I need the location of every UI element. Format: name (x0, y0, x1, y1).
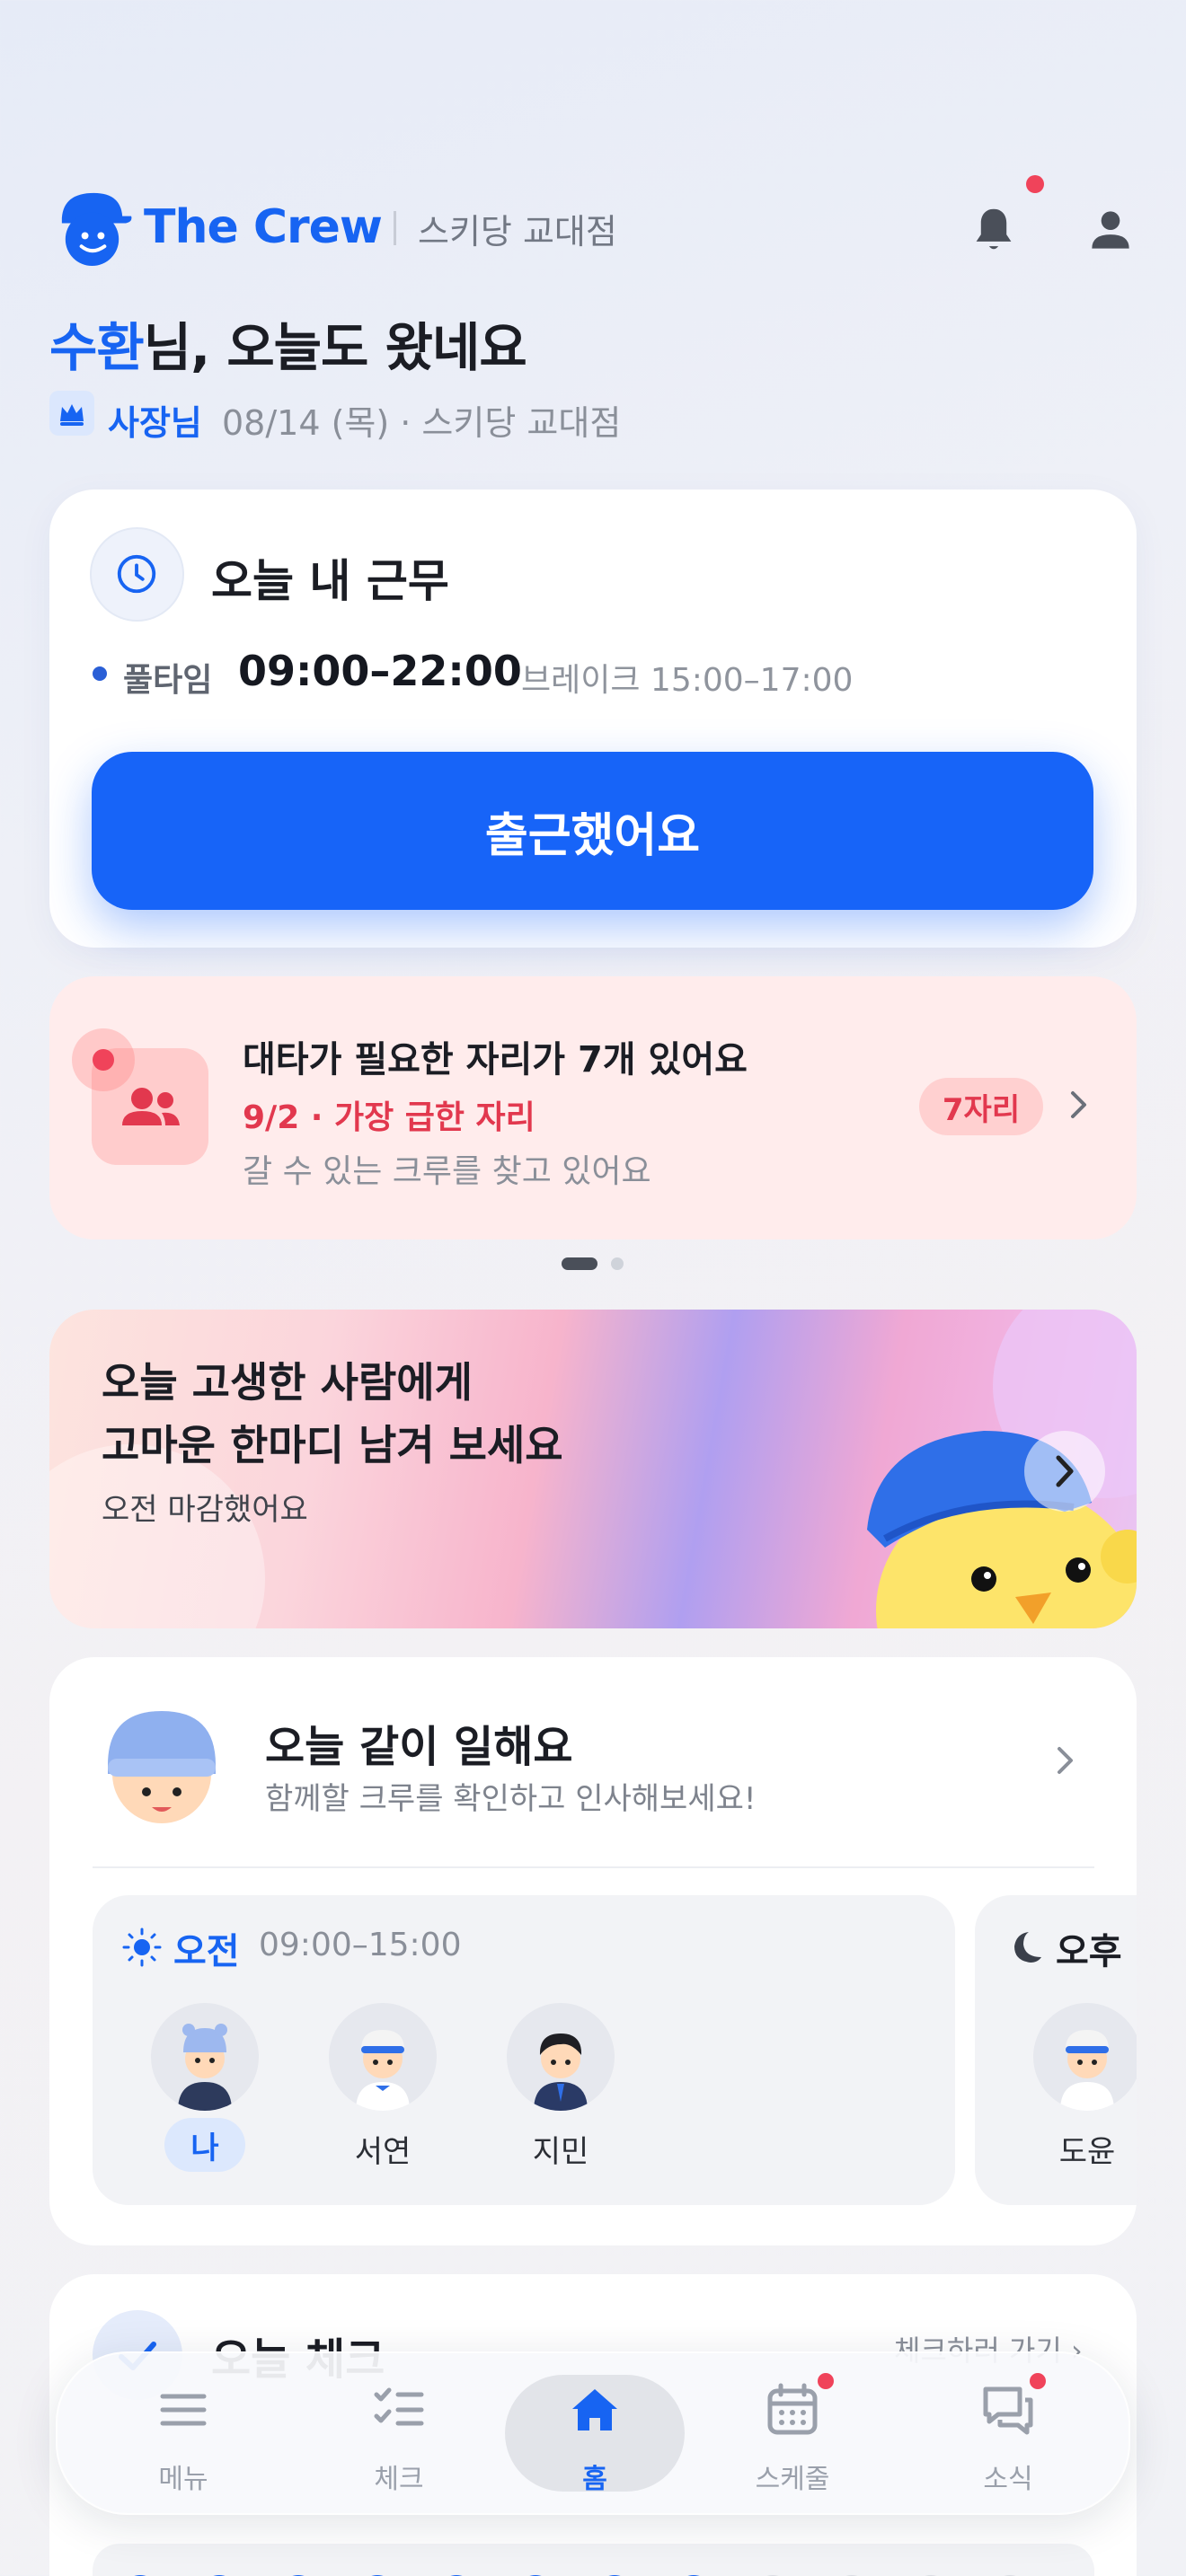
crew-card-title: 오늘 같이 일해요 (265, 1722, 573, 1772)
notification-dot (1030, 2373, 1046, 2389)
role-label: 사장님 (108, 403, 202, 443)
member-name-me: 나 (164, 2118, 245, 2172)
avatar (1033, 2003, 1137, 2111)
member-name: 서연 (354, 2134, 412, 2170)
shift-time: 09:00–15:00 (259, 1927, 462, 1963)
crew-member[interactable]: 서연 (324, 2003, 441, 2183)
seat-count-badge: 7자리 (919, 1078, 1043, 1135)
afternoon-shift-box: 오후 도윤 (975, 1895, 1137, 2205)
crew-member[interactable]: 도윤 (1029, 2003, 1137, 2183)
brand-divider (394, 211, 396, 245)
checklist-icon (374, 2387, 424, 2426)
notification-dot (1026, 175, 1044, 193)
chevron-right-icon[interactable] (1056, 1082, 1101, 1127)
check-in-button[interactable]: 출근했어요 (92, 752, 1093, 910)
banner-subtitle: 오전 마감했어요 (102, 1492, 308, 1528)
nav-label: 홈 (582, 2464, 607, 2495)
banner-next-button[interactable] (1024, 1431, 1105, 1512)
home-icon (572, 2389, 617, 2430)
substitute-urgent: 9/2 · 가장 급한 자리 (243, 1099, 535, 1136)
substitute-card[interactable]: 대타가 필요한 자리가 7개 있어요 9/2 · 가장 급한 자리 갈 수 있는… (49, 976, 1137, 1239)
nav-item-menu[interactable]: 메뉴 (93, 2353, 273, 2517)
store-name[interactable]: 스키당 교대점 (418, 204, 617, 253)
shift-type: 풀타임 (123, 662, 213, 699)
shift-label: 오전 (173, 1931, 240, 1972)
banner-title-line2: 고마운 한마디 남겨 보세요 (102, 1421, 563, 1469)
chevron-right-icon[interactable] (1042, 1738, 1087, 1783)
today-work-card: 오늘 내 근무 풀타임 09:00–22:00 브레이크 15:00–17:00… (49, 490, 1137, 948)
shift-label: 오후 (1056, 1931, 1122, 1972)
member-name: 도윤 (1058, 2134, 1116, 2170)
shift-type-dot (93, 666, 107, 681)
app-header: The Crew 스키당 교대점 (49, 175, 1138, 274)
nav-item-schedule[interactable]: 스케줄 (703, 2353, 882, 2517)
date-store-label: 08/14 (목) · 스키당 교대점 (222, 403, 622, 443)
role-row: 사장님 08/14 (목) · 스키당 교대점 (49, 391, 858, 443)
nav-item-news[interactable]: 소식 (918, 2353, 1098, 2517)
check-progress (93, 2544, 1094, 2576)
notification-dot (818, 2373, 834, 2389)
chevron-right-icon (1056, 1455, 1074, 1487)
work-time: 09:00–22:00 (238, 647, 522, 695)
bottom-nav: 메뉴 체크 홈 스케줄 소식 (56, 2351, 1130, 2515)
morning-shift-box: 오전 09:00–15:00 나 서연 지민 (93, 1895, 955, 2205)
crew-member[interactable]: 지민 (502, 2003, 619, 2183)
sun-icon (122, 1928, 162, 1967)
substitute-title: 대타가 필요한 자리가 7개 있어요 (243, 1039, 748, 1081)
menu-icon (160, 2394, 207, 2426)
nav-label: 체크 (374, 2464, 424, 2495)
crew-today-card: 오늘 같이 일해요 함께할 크루를 확인하고 인사해보세요! 오전 09:00–… (49, 1657, 1137, 2245)
substitute-desc: 갈 수 있는 크루를 찾고 있어요 (243, 1153, 651, 1190)
nav-item-home[interactable]: 홈 (505, 2353, 685, 2517)
pager-dot[interactable] (611, 1257, 624, 1270)
avatar (507, 2003, 615, 2111)
crew-member[interactable]: 나 (146, 2003, 263, 2183)
brand-name: The Crew (144, 200, 383, 254)
banner-title-line1: 오늘 고생한 사람에게 (102, 1358, 473, 1407)
thanks-banner[interactable]: 오늘 고생한 사람에게 고마운 한마디 남겨 보세요 오전 마감했어요 (49, 1310, 1137, 1628)
avatar (151, 2003, 259, 2111)
crown-icon (49, 391, 94, 436)
calendar-icon (767, 2383, 818, 2435)
greeting-text: 님, 오늘도 왔네요 (143, 317, 527, 378)
crew-avatar-icon (108, 1711, 216, 1823)
avatar (329, 2003, 437, 2111)
nav-label: 메뉴 (158, 2464, 208, 2495)
divider (93, 1866, 1094, 1868)
moon-icon (1014, 1932, 1041, 1963)
logo-icon (61, 192, 132, 267)
member-name: 지민 (532, 2134, 589, 2170)
user-name: 수환 (49, 317, 145, 378)
clock-icon (90, 527, 184, 622)
break-time: 브레이크 15:00–17:00 (521, 662, 854, 699)
nav-label: 소식 (983, 2464, 1033, 2495)
work-card-title: 오늘 내 근무 (211, 555, 449, 607)
pager-dot-active[interactable] (562, 1257, 597, 1270)
crew-card-desc: 함께할 크루를 확인하고 인사해보세요! (265, 1781, 757, 1817)
greeting-title: 수환님, 오늘도 왔네요 (49, 305, 527, 381)
bell-icon[interactable] (966, 202, 1022, 258)
alert-dot (93, 1049, 114, 1071)
nav-item-check[interactable]: 체크 (309, 2353, 489, 2517)
nav-label: 스케줄 (755, 2464, 830, 2495)
chat-icon (983, 2386, 1033, 2435)
profile-icon[interactable] (1083, 202, 1138, 258)
